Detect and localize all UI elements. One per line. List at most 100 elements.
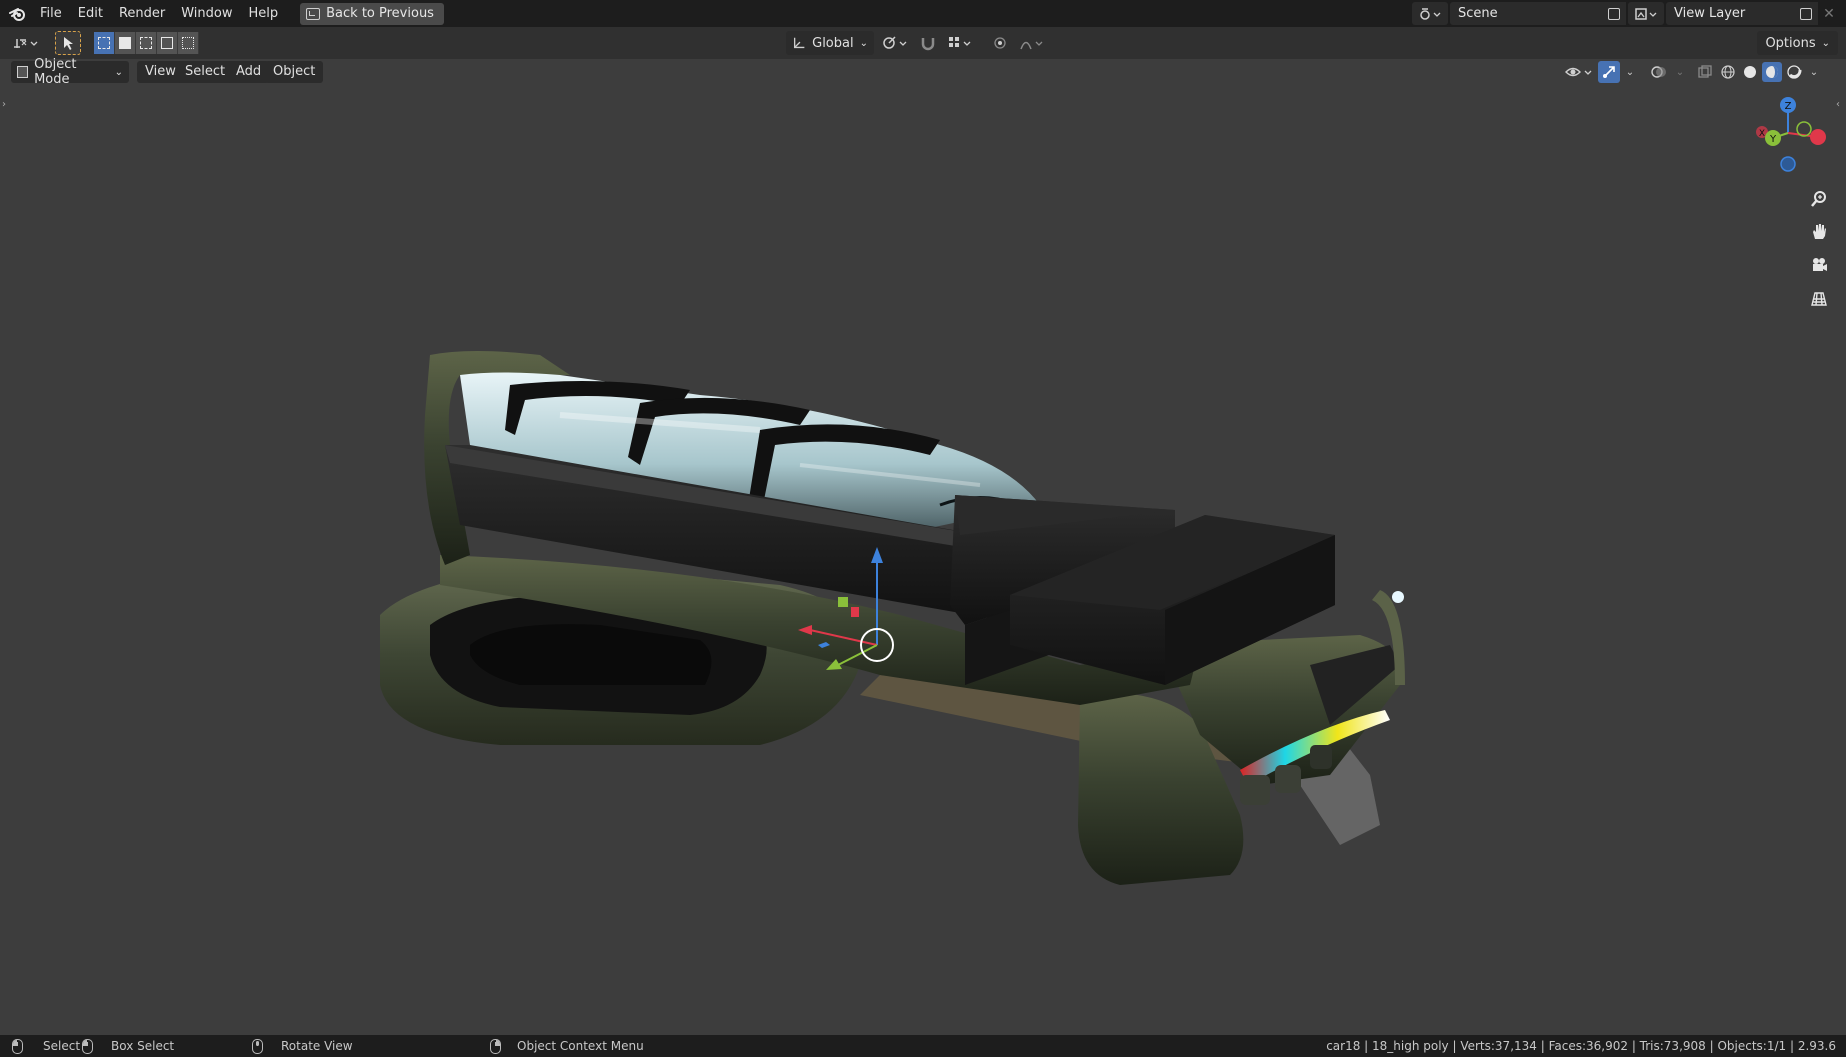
select-new-button[interactable] xyxy=(94,32,115,54)
select-tool-button[interactable] xyxy=(55,31,81,55)
menu-file[interactable]: File xyxy=(32,3,70,25)
select-intersect-button[interactable] xyxy=(178,32,199,54)
proportional-falloff-button[interactable] xyxy=(1018,32,1048,54)
snap-target-button[interactable] xyxy=(946,32,976,54)
select-subtract-icon xyxy=(140,37,152,49)
select-intersect-icon xyxy=(182,37,194,49)
proportional-editing-button[interactable] xyxy=(988,32,1012,54)
object-mode-label: Object Mode xyxy=(34,57,77,87)
selection-mode-group xyxy=(94,31,199,55)
options-dropdown[interactable]: Options ⌄ xyxy=(1757,31,1838,55)
cursor-arrow-icon xyxy=(64,37,73,50)
select-invert-button[interactable] xyxy=(157,32,178,54)
mouse-right-icon xyxy=(490,1038,501,1054)
add-menu[interactable]: Add xyxy=(228,61,270,83)
transform-orientation-value: Global xyxy=(812,35,854,51)
status-rotate-label: Rotate View xyxy=(281,1039,353,1053)
visibility-button[interactable] xyxy=(1564,61,1596,83)
gizmo-icon xyxy=(1603,66,1615,78)
gizmo-y-label: Y xyxy=(1769,134,1777,145)
new-scene-button[interactable] xyxy=(1602,2,1626,25)
scene-render xyxy=(380,351,1405,885)
solid-sphere-icon xyxy=(1744,66,1756,78)
snap-toggle-button[interactable] xyxy=(916,32,940,54)
material-sphere-icon xyxy=(1766,66,1778,78)
3d-viewport[interactable]: › ‹ Z X Y xyxy=(0,85,1846,1035)
zoom-icon[interactable] xyxy=(1805,185,1833,213)
gizmo-toggle-button[interactable] xyxy=(1598,61,1620,83)
overlays-icon xyxy=(1651,66,1666,78)
mouse-drag-icon xyxy=(82,1038,93,1054)
shading-dropdown-button[interactable]: ⌄ xyxy=(1806,61,1822,83)
select-extend-button[interactable] xyxy=(115,32,136,54)
select-invert-icon xyxy=(161,37,173,49)
chevron-down-icon: ⌄ xyxy=(1821,37,1830,49)
eye-icon xyxy=(1565,67,1592,77)
orientation-axes-icon xyxy=(793,37,805,49)
status-box-select-hint: Box Select xyxy=(82,1035,174,1057)
scene-name-field[interactable]: Scene xyxy=(1450,2,1602,25)
rendered-shading-button[interactable] xyxy=(1784,62,1804,82)
scene-browse-button[interactable] xyxy=(1412,2,1448,25)
editor-type-button[interactable] xyxy=(8,31,44,55)
wireframe-sphere-icon xyxy=(1721,65,1735,79)
delete-view-layer-icon[interactable]: ✕ xyxy=(1818,2,1840,25)
menu-edit[interactable]: Edit xyxy=(70,3,111,25)
status-context-menu-label: Object Context Menu xyxy=(517,1039,644,1053)
status-select-label: Select xyxy=(43,1039,81,1053)
wireframe-shading-button[interactable] xyxy=(1718,62,1738,82)
material-preview-shading-button[interactable] xyxy=(1762,62,1782,82)
object-mode-dropdown[interactable]: Object Mode ⌄ xyxy=(11,57,129,87)
pivot-icon xyxy=(883,36,907,49)
snap-grid-icon xyxy=(949,37,971,47)
menu-render[interactable]: Render xyxy=(111,3,173,25)
xray-toggle-button[interactable] xyxy=(1694,61,1716,83)
pivot-point-button[interactable] xyxy=(880,32,910,54)
status-context-menu-hint: Object Context Menu xyxy=(490,1035,644,1057)
gizmo-dropdown-button[interactable]: ⌄ xyxy=(1622,61,1638,83)
view-layer-icon xyxy=(1635,7,1657,20)
menu-help[interactable]: Help xyxy=(241,3,287,25)
overlays-dropdown-button[interactable]: ⌄ xyxy=(1672,61,1688,83)
new-view-layer-button[interactable] xyxy=(1794,2,1818,25)
falloff-curve-icon xyxy=(1020,41,1043,50)
xray-icon xyxy=(1698,65,1712,78)
scene-selector: Scene ✕ xyxy=(1412,2,1648,25)
select-subtract-button[interactable] xyxy=(136,32,157,54)
tool-header: Global ⌄ Options ⌄ xyxy=(0,27,1846,59)
object-mode-icon xyxy=(17,66,29,78)
solid-shading-button[interactable] xyxy=(1740,62,1760,82)
editor-type-icon xyxy=(14,39,38,48)
back-to-previous-label: Back to Previous xyxy=(326,6,434,21)
copy-icon xyxy=(1800,7,1812,20)
select-menu[interactable]: Select xyxy=(177,61,234,83)
viewport-header: Object Mode ⌄ View Select Add Object ⌄ ⌄… xyxy=(0,57,1846,87)
view-layer-name-field[interactable]: View Layer xyxy=(1666,2,1794,25)
magnet-icon xyxy=(921,38,935,51)
options-label: Options xyxy=(1765,35,1816,51)
select-new-icon xyxy=(98,37,110,49)
rendered-sphere-icon xyxy=(1787,65,1802,79)
status-box-select-label: Box Select xyxy=(111,1039,175,1053)
chevron-down-icon: ⌄ xyxy=(114,66,123,78)
transform-orientation-dropdown[interactable]: Global ⌄ xyxy=(786,31,874,55)
status-select-hint: Select xyxy=(12,1035,80,1057)
chevron-down-icon: ⌄ xyxy=(1809,66,1819,78)
scene-statistics: car18 | 18_high poly | Verts:37,134 | Fa… xyxy=(1326,1039,1836,1053)
blender-logo-icon[interactable] xyxy=(4,0,32,27)
overlays-toggle-button[interactable] xyxy=(1648,61,1670,83)
navigation-gizmo[interactable]: Z X Y xyxy=(1738,93,1828,173)
back-icon xyxy=(306,7,321,20)
object-menu[interactable]: Object xyxy=(265,61,324,83)
pivot-snap-group xyxy=(880,31,1048,55)
view-layer-browse-button[interactable] xyxy=(1628,2,1664,25)
hand-icon[interactable] xyxy=(1805,218,1833,246)
back-to-previous-button[interactable]: Back to Previous xyxy=(300,2,444,25)
copy-icon xyxy=(1608,7,1620,20)
camera-icon[interactable] xyxy=(1805,251,1833,279)
grid-view-icon[interactable] xyxy=(1805,284,1833,312)
select-extend-icon xyxy=(119,37,131,49)
mouse-middle-icon xyxy=(252,1038,263,1054)
scene-icon xyxy=(1420,7,1441,20)
menu-window[interactable]: Window xyxy=(173,3,240,25)
